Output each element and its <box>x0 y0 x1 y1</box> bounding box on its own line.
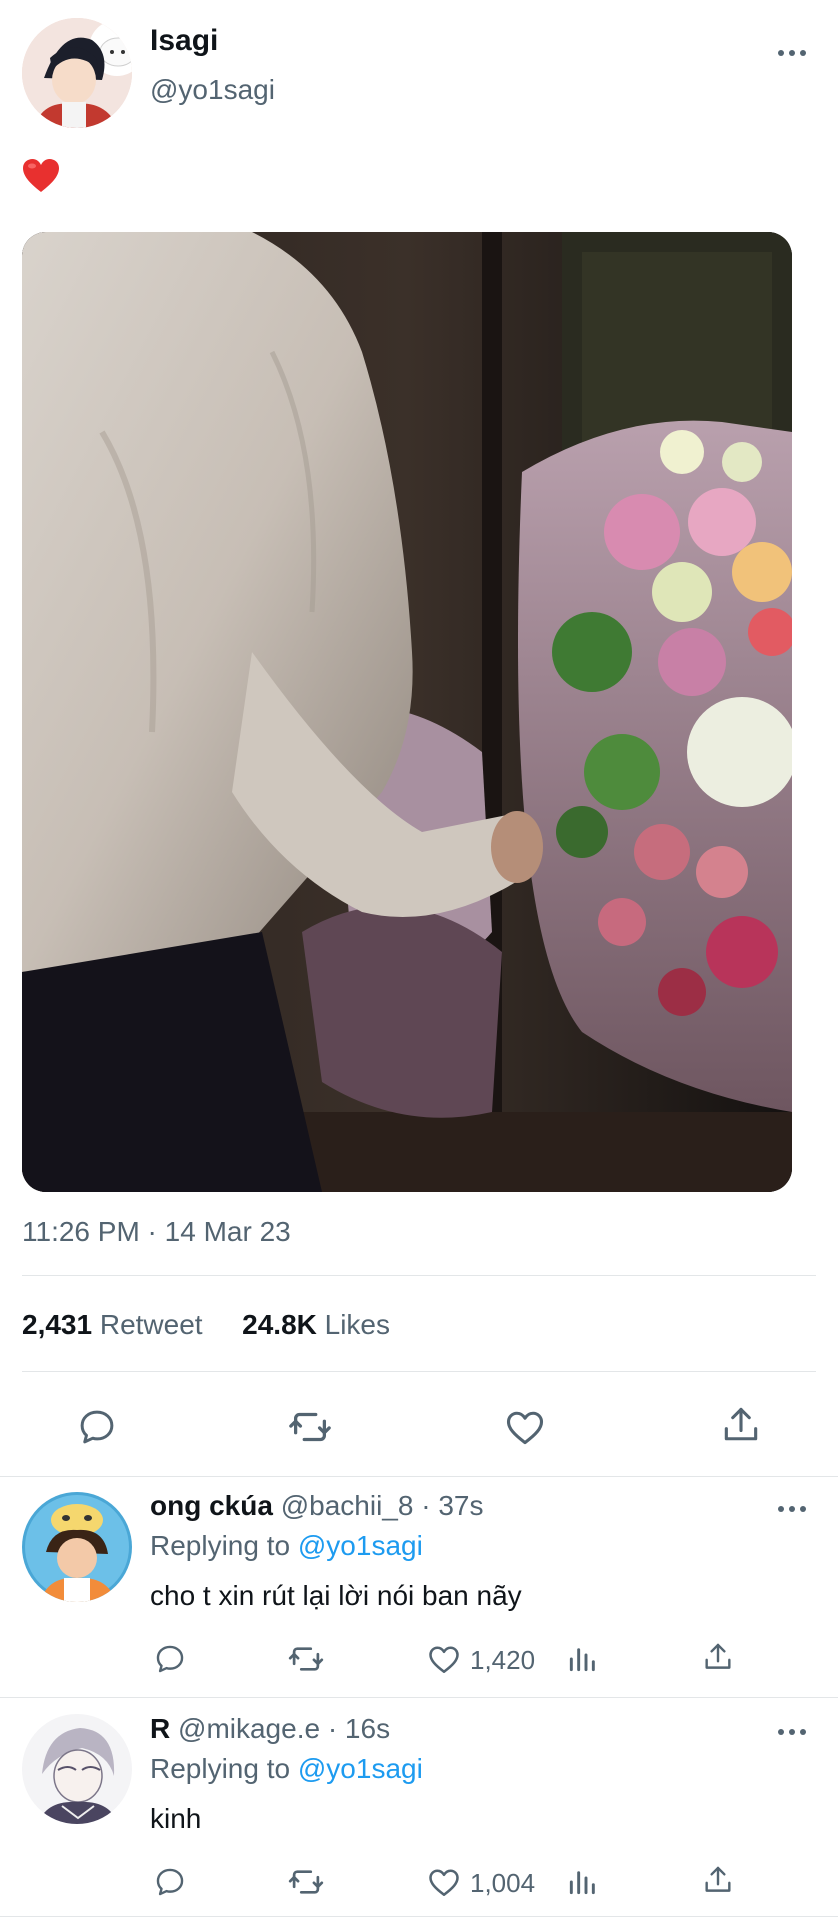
likes-count: 24.8K <box>242 1309 317 1340</box>
share-icon[interactable] <box>716 1400 766 1450</box>
divider <box>0 1476 838 1477</box>
author-avatar[interactable] <box>22 18 132 128</box>
likes-label: Likes <box>324 1309 391 1340</box>
reply-text: cho t xin rút lại lời nói ban nãy <box>150 1580 522 1611</box>
reply-more-options-icon[interactable] <box>778 1728 806 1736</box>
tweet-image[interactable] <box>22 232 792 1192</box>
more-options-icon[interactable] <box>778 49 806 57</box>
tweet-stats: 2,431 Retweet 24.8K Likes <box>22 1309 390 1341</box>
reply-text: kinh <box>150 1803 202 1834</box>
reply-retweet-icon[interactable] <box>286 1639 326 1679</box>
divider <box>22 1371 816 1372</box>
reply-like-count: 1,420 <box>470 1645 536 1675</box>
reply-icon[interactable] <box>72 1402 122 1452</box>
replying-to-link[interactable]: @yo1sagi <box>298 1753 423 1784</box>
retweets-label: Retweet <box>99 1309 203 1340</box>
reply-share-icon[interactable] <box>698 1637 738 1677</box>
replying-to-label: Replying to <box>150 1753 291 1784</box>
reply-analytics-icon[interactable] <box>562 1639 602 1679</box>
reply-retweet-icon[interactable] <box>286 1862 326 1902</box>
reply-analytics-icon[interactable] <box>562 1862 602 1902</box>
replying-to-label: Replying to <box>150 1530 291 1561</box>
divider <box>0 1916 838 1917</box>
tweet-timestamp[interactable]: 11:26 PM · 14 Mar 23 <box>22 1216 291 1248</box>
reply-like-icon[interactable] <box>424 1639 464 1679</box>
reply-like-count: 1,004 <box>470 1868 536 1898</box>
reply-like-icon[interactable] <box>424 1862 464 1902</box>
reply-avatar[interactable] <box>22 1492 132 1602</box>
reply-reply-icon[interactable] <box>150 1639 190 1679</box>
likes-stat[interactable]: 24.8K Likes <box>242 1309 390 1340</box>
divider <box>0 1697 838 1698</box>
reply-more-options-icon[interactable] <box>778 1505 806 1513</box>
author-display-name[interactable]: Isagi <box>150 24 218 58</box>
divider <box>22 1275 816 1276</box>
like-icon[interactable] <box>500 1402 550 1452</box>
replying-to: Replying to @yo1sagi <box>150 1530 423 1562</box>
retweet-icon[interactable] <box>285 1402 335 1452</box>
reply-display-name[interactable]: R <box>150 1713 170 1744</box>
reply-header: R @mikage.e · 16s <box>150 1713 390 1745</box>
reply-header: ong ckúa @bachii_8 · 37s <box>150 1490 483 1522</box>
reply-share-icon[interactable] <box>698 1860 738 1900</box>
retweets-count: 2,431 <box>22 1309 93 1340</box>
reply-avatar[interactable] <box>22 1714 132 1824</box>
retweets-stat[interactable]: 2,431 Retweet <box>22 1309 210 1340</box>
tweet-text: ❤️ <box>22 158 62 196</box>
reply-display-name[interactable]: ong ckúa <box>150 1490 273 1521</box>
author-handle[interactable]: @yo1sagi <box>150 74 275 106</box>
reply-reply-icon[interactable] <box>150 1862 190 1902</box>
replying-to-link[interactable]: @yo1sagi <box>298 1530 423 1561</box>
reply-handle-time[interactable]: @bachii_8 · 37s <box>281 1490 484 1521</box>
reply-handle-time[interactable]: @mikage.e · 16s <box>178 1713 390 1744</box>
replying-to: Replying to @yo1sagi <box>150 1753 423 1785</box>
